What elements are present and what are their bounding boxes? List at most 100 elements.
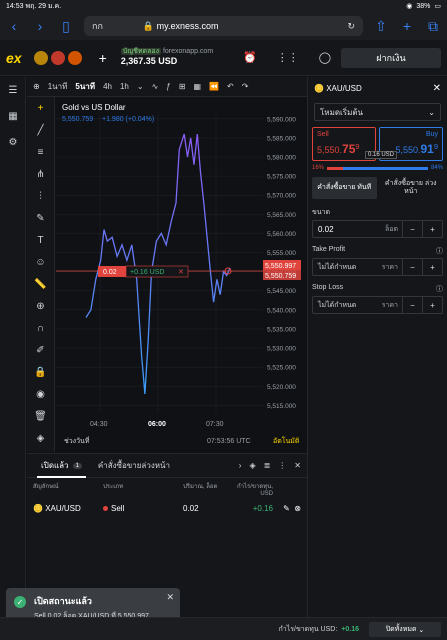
sell-label: Sell	[317, 131, 329, 138]
close-panel-icon[interactable]: ✕	[294, 461, 301, 470]
deposit-button[interactable]: ฝากเงิน	[341, 47, 441, 68]
calendar-icon[interactable]: ▦	[0, 103, 26, 129]
account-selector[interactable]: บัญชีทดลอง forexonapp.com 2,367.35 USD	[120, 47, 213, 68]
volume-label: ขนาด	[312, 209, 331, 216]
tp-input[interactable]: ไม่ได้กำหนด	[313, 262, 382, 273]
tp-decrease-button[interactable]: −	[402, 258, 422, 276]
tp-field[interactable]: ไม่ได้กำหนด ราคา − +	[312, 258, 443, 276]
timeframe-4h[interactable]: 4h	[103, 82, 112, 91]
compare-icon[interactable]: ⊞	[179, 82, 186, 91]
ruler-icon[interactable]: 📏	[27, 273, 54, 295]
close-toast-icon[interactable]: ✕	[166, 592, 174, 603]
undo-icon[interactable]: ↶	[227, 82, 234, 91]
tab-open-positions[interactable]: เปิดแล้ว 1	[33, 454, 90, 478]
forward-icon[interactable]: ›	[32, 18, 48, 34]
volume-decrease-button[interactable]: −	[402, 220, 422, 238]
tp-increase-button[interactable]: +	[422, 258, 442, 276]
chart-svg[interactable]: 5,590.000 5,585.000 5,580.000 5,575.000 5,57…	[56, 97, 306, 452]
back-icon[interactable]: ‹	[6, 18, 22, 34]
y-tick-label: 5,565.000	[267, 212, 296, 219]
table-row[interactable]: 🪙 XAU/USD Sell 0.02 +0.16 ✎ ⊗	[27, 500, 307, 517]
instrument-tab-3-icon[interactable]	[67, 50, 82, 65]
stack-icon[interactable]: ≣	[264, 461, 271, 470]
instrument-tab-1-icon[interactable]	[33, 50, 48, 65]
url-bar[interactable]: กก 🔒 my.exness.com ↻	[84, 16, 363, 36]
exness-logo[interactable]: ex	[6, 50, 22, 66]
edit-icon[interactable]: ✎	[283, 504, 290, 513]
add-instrument-icon[interactable]: +	[99, 50, 107, 66]
price-chart[interactable]: 5,590.000 5,585.000 5,580.000 5,575.000 5,57…	[56, 97, 306, 452]
more-icon[interactable]: ⋮	[278, 461, 286, 470]
layout-icon[interactable]: ▦	[193, 82, 201, 91]
redo-icon[interactable]: ↷	[242, 82, 249, 91]
chart-toolbar: ⊕ 1นาที 5นาที 4h 1h ⌄ ∿ ƒ ⊞ ▦ ⏪ ↶ ↷	[27, 77, 307, 97]
layers-icon[interactable]: ◈	[27, 427, 54, 449]
profile-icon[interactable]: ◯	[319, 51, 331, 64]
chart-type-icon[interactable]: ∿	[152, 82, 159, 91]
col-symbol: สัญลักษณ์	[33, 484, 59, 490]
new-tab-icon[interactable]: +	[399, 18, 415, 34]
chevron-down-icon: ⌄	[428, 107, 435, 117]
sl-increase-button[interactable]: +	[422, 296, 442, 314]
mode-select[interactable]: โหมดเริ่มต้น ⌄	[314, 103, 441, 121]
row-volume: 0.02	[183, 504, 199, 513]
eye-toggle-icon[interactable]: ◈	[249, 461, 255, 470]
book-icon[interactable]: ▯	[58, 18, 74, 35]
info-icon[interactable]: ⓘ	[436, 284, 443, 294]
timeframe-5m[interactable]: 5นาที	[75, 80, 95, 93]
close-all-button[interactable]: ปิดทั้งหมด ⌄	[369, 622, 441, 637]
sl-unit[interactable]: ราคา	[382, 300, 402, 311]
sl-field[interactable]: ไม่ได้กำหนด ราคา − +	[312, 296, 443, 314]
sell-dot-icon	[103, 506, 108, 511]
settings-icon[interactable]: ⚙	[0, 129, 26, 155]
info-icon[interactable]: ⓘ	[436, 246, 443, 256]
share-icon[interactable]: ⇧	[373, 18, 389, 35]
menu-icon[interactable]: ☰	[0, 77, 26, 103]
tabs-icon[interactable]: ⧉	[425, 18, 441, 35]
chevron-right-icon[interactable]: ›	[239, 461, 242, 470]
pitchfork-icon[interactable]: ⋔	[27, 163, 54, 185]
add-indicator-icon[interactable]: ⊕	[33, 82, 40, 91]
volume-increase-button[interactable]: +	[422, 220, 442, 238]
zoom-in-icon[interactable]: ⊕	[27, 295, 54, 317]
eye-icon[interactable]: ◉	[27, 383, 54, 405]
tab-market-order[interactable]: คำสั่งซื้อขาย ทันที	[312, 177, 377, 199]
instrument-tab-2-icon[interactable]	[50, 50, 65, 65]
y-tick-label: 5,585.000	[267, 135, 296, 142]
timeframe-1h[interactable]: 1h	[120, 82, 129, 91]
horizontal-lines-icon[interactable]: ≡	[27, 141, 54, 163]
pencil-lock-icon[interactable]: ✐	[27, 339, 54, 361]
alarm-icon[interactable]: ⏰	[243, 51, 257, 64]
tab-pending-orders[interactable]: คำสั่งซื้อขายล่วงหน้า	[90, 454, 178, 478]
sl-decrease-button[interactable]: −	[402, 296, 422, 314]
reader-aa-button[interactable]: กก	[92, 19, 103, 33]
magnet-icon[interactable]: ∩	[27, 317, 54, 339]
replay-icon[interactable]: ⏪	[209, 82, 219, 91]
trash-icon[interactable]: 🗑	[27, 405, 54, 427]
sl-input[interactable]: ไม่ได้กำหนด	[313, 300, 382, 311]
emoji-icon[interactable]: ☺	[27, 251, 54, 273]
fib-icon[interactable]: ⫶	[27, 185, 54, 207]
chevron-down-icon[interactable]: ⌄	[137, 82, 144, 91]
tp-unit[interactable]: ราคา	[382, 262, 402, 273]
timeframe-1m[interactable]: 1นาที	[48, 80, 68, 93]
volume-field[interactable]: 0.02 ล็อต − +	[312, 220, 443, 238]
close-position-icon[interactable]: ⊗	[294, 504, 301, 513]
x-tick-label: 07:30	[206, 421, 224, 428]
volume-unit: ล็อต	[384, 225, 398, 233]
mode-select-value: โหมดเริ่มต้น	[320, 107, 364, 117]
text-icon[interactable]: T	[27, 229, 54, 251]
close-panel-icon[interactable]: ✕	[433, 83, 441, 94]
volume-input[interactable]: 0.02	[313, 225, 385, 234]
spread-badge: 0.16 USD	[365, 151, 398, 159]
apps-grid-icon[interactable]: ⋮⋮	[277, 51, 299, 64]
brush-icon[interactable]: ✎	[27, 207, 54, 229]
reload-icon[interactable]: ↻	[347, 21, 355, 32]
tab-pending-order[interactable]: คำสั่งซื้อขาย ล่วงหน้า	[379, 177, 444, 199]
trend-line-icon[interactable]: ╱	[27, 119, 54, 141]
status-date: พฤ. 29 ม.ค.	[25, 2, 62, 10]
lock-drawings-icon[interactable]: 🔒	[27, 361, 54, 383]
indicators-icon[interactable]: ƒ	[166, 82, 170, 91]
row-type: Sell	[111, 504, 125, 513]
crosshair-icon[interactable]: +	[27, 97, 54, 119]
